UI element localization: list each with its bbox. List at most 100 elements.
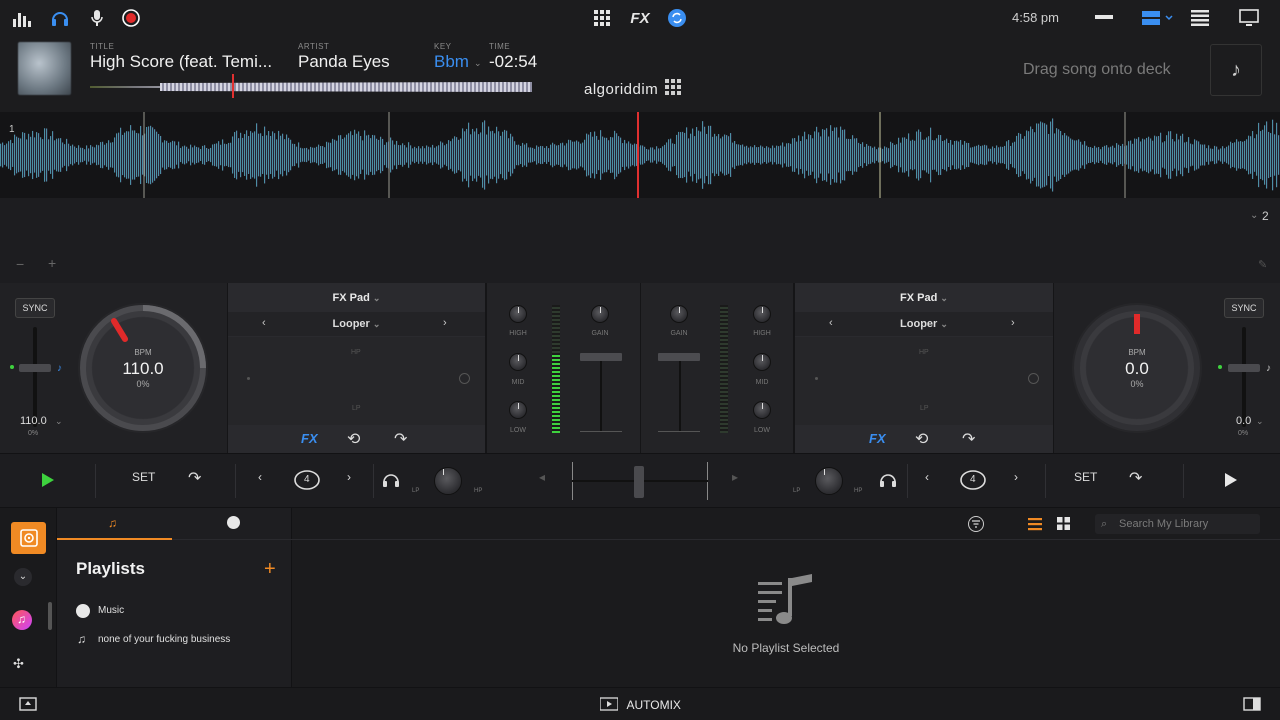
ch1-volume-thumb[interactable] [580,353,622,361]
next-fx-icon[interactable]: › [443,317,447,329]
ch1-high-knob[interactable] [509,305,527,323]
ch2-high-knob[interactable] [753,305,771,323]
crossfader-thumb[interactable] [634,466,644,498]
deck1-fx-button[interactable]: FX [301,431,318,446]
zoom-out-button[interactable]: − [16,256,24,272]
waveform-bar [1008,140,1010,170]
equalizer-icon[interactable] [12,8,32,28]
deck2-play-icon[interactable] [1225,473,1237,492]
deck2-cue-headphones-icon[interactable] [879,472,897,488]
ch2-mid-knob[interactable] [753,353,771,371]
deck1-loop-icon[interactable]: ⟲ [347,429,360,449]
waveform-bar [502,131,504,179]
display-icon[interactable] [1239,8,1259,28]
headphones-icon[interactable] [50,8,70,28]
deck1-platter[interactable]: BPM 110.0 0% [78,303,208,433]
filter-icon[interactable] [968,516,984,532]
bottom-bar: AUTOMIX [0,687,1280,720]
crossfader[interactable] [572,462,708,500]
search-input[interactable]: ⌕ Search My Library [1095,514,1260,534]
deck1-jump-icon[interactable]: ↷ [188,468,201,488]
sync-icon[interactable] [667,8,687,28]
grid-view-icon[interactable] [1057,517,1070,535]
layout-icon[interactable] [1142,8,1176,28]
crossfader-right-icon[interactable]: ▸ [732,470,738,484]
deck2-filter-knob[interactable] [815,467,843,495]
deck2-song-slot[interactable]: ♪ [1210,44,1262,96]
ch2-volume-fader[interactable] [679,357,681,431]
deck1-play-icon[interactable] [42,473,54,492]
deck2-pitch-value[interactable]: 0.0 [1236,415,1251,427]
minus-bar-icon[interactable] [1094,8,1114,28]
automix-button[interactable]: AUTOMIX [599,696,681,714]
deck2-panel-title[interactable]: FX Pad ⌄ [795,292,1053,304]
playlist-item[interactable]: Music [76,603,276,621]
record-icon[interactable] [121,8,141,28]
deck1-skip-icon[interactable]: ↷ [394,429,407,449]
track-key[interactable]: Bbm [434,52,469,72]
fx-toolbar-button[interactable]: FX [628,8,652,28]
sidebar-toggle-icon[interactable] [1243,697,1261,711]
ch1-mid-knob[interactable] [509,353,527,371]
deck1-loop-button[interactable]: 4 [292,467,322,493]
add-playlist-icon[interactable]: + [264,558,276,581]
deck2-set-button[interactable]: SET [1074,470,1097,484]
key-chevron-icon[interactable]: ⌄ [474,58,482,69]
ch1-low-knob[interactable] [509,401,527,419]
deck2-fx-button[interactable]: FX [869,431,886,446]
list-view-icon[interactable] [1028,517,1042,536]
deck2-platter[interactable]: BPM 0.0 0% [1072,303,1202,433]
deck2-skip-icon[interactable]: ↷ [962,429,975,449]
tab-history[interactable] [172,508,292,540]
deck1-panel-title[interactable]: FX Pad ⌄ [228,292,485,304]
grid-icon[interactable] [592,8,612,28]
deck2-pitch-thumb[interactable] [1228,364,1260,372]
expand-sources-icon[interactable]: ⌄ [14,568,32,586]
album-art[interactable] [18,42,71,95]
next-fx-icon[interactable]: › [1011,317,1015,329]
deck2-waveform[interactable]: − + ⌄ 2 ✎ [0,198,1280,283]
edit-pencil-icon[interactable]: ✎ [1258,258,1267,271]
deck1-filter-knob[interactable] [434,467,462,495]
deck1-set-button[interactable]: SET [132,470,155,484]
deck1-sync-button[interactable]: SYNC [15,298,55,318]
deck2-loop-prev-icon[interactable]: ‹ [925,470,929,484]
deck1-keylock-icon[interactable]: ♪ [57,363,62,374]
deck2-loop-icon[interactable]: ⟲ [915,429,928,449]
crossfader-left-icon[interactable]: ◂ [539,470,545,484]
tab-playlists[interactable]: ♫ [57,508,172,540]
menu-icon[interactable] [1190,8,1210,28]
zoom-in-button[interactable]: + [48,255,56,271]
ch2-gain-knob[interactable] [670,305,688,323]
deck2-xy-pad[interactable]: HP LP [795,337,1053,425]
my-library-source-icon[interactable] [11,522,46,554]
ch2-low-knob[interactable] [753,401,771,419]
screen-upload-icon[interactable] [19,697,37,711]
ch1-volume-fader[interactable] [600,357,602,431]
deck2-keylock-icon[interactable]: ♪ [1266,363,1271,374]
search-icon: ⌕ [1101,518,1108,530]
tidal-source-icon[interactable]: ✣ [13,656,24,672]
sources-scrollbar[interactable] [48,602,52,630]
deck1-pitch-thumb[interactable] [19,364,51,372]
deck2-jump-icon[interactable]: ↷ [1129,468,1142,488]
deck2-chevron-icon[interactable]: ⌄ [1250,210,1258,221]
deck2-pitch-slider[interactable] [1242,327,1246,427]
ch1-gain-knob[interactable] [591,305,609,323]
deck2-loop-next-icon[interactable]: › [1014,470,1018,484]
deck1-waveform[interactable]: 1 [0,112,1280,198]
playlist-item[interactable]: ♫ none of your fucking business [76,632,286,650]
deck2-loop-button[interactable]: 4 [958,467,988,493]
deck2-pitch-chevron-icon[interactable]: ⌄ [1256,416,1264,427]
deck1-pitch-chevron-icon[interactable]: ⌄ [55,416,63,427]
deck1-cue-headphones-icon[interactable] [382,472,400,488]
deck1-pitch-value[interactable]: 110.0 [20,415,47,427]
apple-music-source-icon[interactable]: ♫ [12,610,32,630]
deck2-sync-button[interactable]: SYNC [1224,298,1264,318]
deck1-xy-pad[interactable]: HP LP [228,337,485,425]
deck1-pitch-slider[interactable] [33,327,37,427]
ch2-volume-thumb[interactable] [658,353,700,361]
microphone-icon[interactable] [87,8,107,28]
deck1-loop-prev-icon[interactable]: ‹ [258,470,262,484]
deck1-loop-next-icon[interactable]: › [347,470,351,484]
